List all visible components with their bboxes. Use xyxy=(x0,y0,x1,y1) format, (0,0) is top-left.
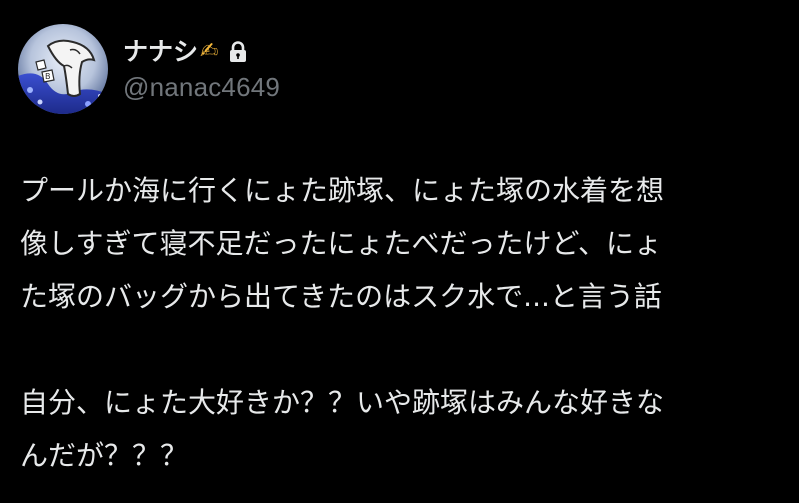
svg-text:B: B xyxy=(45,72,51,81)
writing-hand-icon: ✍ xyxy=(200,39,219,64)
post: B ナナシ ✍ @nanac4649 プールか海に行くにょた跡塚、にょた塚の水着… xyxy=(0,0,799,503)
post-text-line: 自分、にょた大好きか？？いや跡塚はみんな好きな xyxy=(20,386,665,419)
post-text-line: 像しすぎて寝不足だったにょたべだったけど、にょ xyxy=(20,227,663,260)
display-name[interactable]: ナナシ xyxy=(123,37,198,67)
post-text-line: プールか海に行くにょた跡塚、にょた塚の水着を想 xyxy=(20,174,665,207)
name-row: ナナシ ✍ xyxy=(123,35,280,69)
user-info: ナナシ ✍ @nanac4649 xyxy=(123,35,280,103)
lock-icon xyxy=(228,41,248,63)
avatar[interactable]: B xyxy=(18,24,108,114)
post-body: プールか海に行くにょた跡塚、にょた塚の水着を想 像しすぎて寝不足だったにょたべだ… xyxy=(20,164,790,482)
post-text-line: た塚のバッグから出てきたのはスク水で...と言う話 xyxy=(20,280,662,313)
post-text-line: んだが？？？ xyxy=(20,439,189,472)
post-header: B ナナシ ✍ @nanac4649 xyxy=(18,24,280,114)
avatar-image: B xyxy=(18,24,108,114)
user-handle[interactable]: @nanac4649 xyxy=(123,71,280,103)
